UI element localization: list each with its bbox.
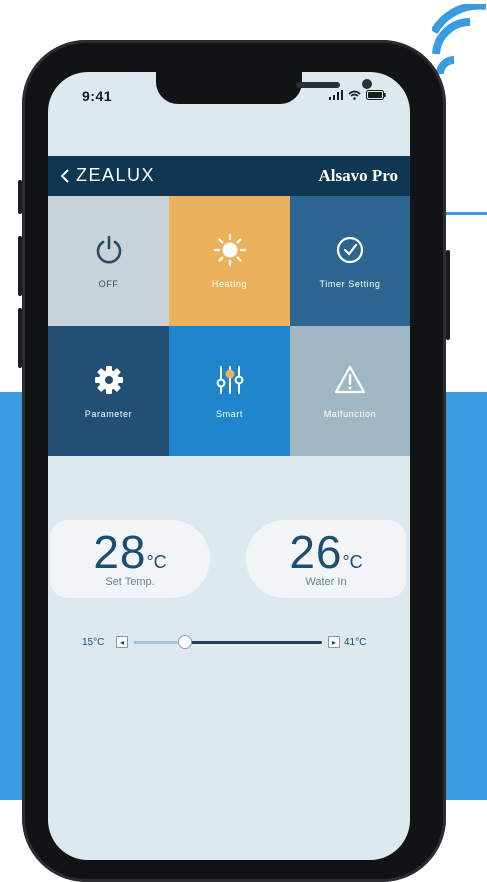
clock-icon — [336, 236, 364, 264]
tile-malfunction[interactable]: Malfunction — [290, 326, 410, 456]
app-header: ZEALUX Alsavo Pro — [48, 156, 410, 196]
water-in-card: 26°C Water In — [246, 520, 406, 598]
slider-min-label: 15°C — [82, 637, 105, 648]
back-button[interactable]: ZEALUX — [60, 165, 155, 186]
back-label: ZEALUX — [76, 165, 156, 185]
set-temp-card[interactable]: 28°C Set Temp. — [50, 520, 210, 598]
phone-power-button — [446, 250, 450, 340]
water-in-value: 26 — [289, 526, 343, 578]
tile-off[interactable]: OFF — [48, 196, 169, 326]
phone-side-button — [18, 180, 22, 214]
set-temp-label: Set Temp. — [105, 576, 155, 588]
sun-icon — [213, 233, 246, 267]
tile-parameter-label: Parameter — [84, 409, 133, 419]
tile-timer-setting-label: Timer Setting — [319, 279, 381, 289]
phone-screen: 9:41 ZEALUX Alsavo Pro OFF Heating Timer… — [48, 72, 410, 860]
battery-icon — [366, 90, 386, 100]
phone-notch — [156, 72, 372, 104]
wifi-icon — [348, 90, 361, 100]
set-temp-unit: °C — [146, 552, 167, 572]
tile-parameter[interactable]: Parameter — [48, 326, 169, 456]
set-temp-readout: 28°C — [93, 529, 167, 575]
speaker-grille — [296, 82, 340, 88]
tile-smart[interactable]: Smart — [169, 326, 290, 456]
power-icon — [96, 235, 121, 264]
app-title: Alsavo Pro — [318, 166, 399, 185]
water-in-label: Water In — [305, 576, 347, 588]
control-grid: OFF Heating Timer Setting Parameter Smar… — [48, 196, 410, 456]
phone-volume-up — [18, 236, 22, 296]
status-time: 9:41 — [82, 88, 113, 104]
tile-malfunction-label: Malfunction — [323, 409, 377, 419]
tile-heating-label: Heating — [211, 279, 248, 289]
decrease-temp-button[interactable]: ◂ — [116, 636, 128, 648]
increase-temp-button[interactable]: ▸ — [328, 636, 340, 648]
water-in-unit: °C — [342, 552, 363, 572]
sliders-icon — [216, 366, 243, 394]
tile-heating[interactable]: Heating — [169, 196, 290, 326]
warning-icon — [334, 365, 366, 394]
front-camera — [362, 79, 372, 89]
slider-track[interactable] — [134, 635, 322, 649]
phone-volume-down — [18, 308, 22, 368]
water-in-readout: 26°C — [289, 529, 363, 575]
cellular-signal-icon — [329, 90, 343, 100]
slider-max-label: 41°C — [344, 637, 367, 648]
tile-off-label: OFF — [98, 279, 119, 289]
wifi-signal-icon — [432, 4, 487, 75]
slider-thumb[interactable] — [177, 635, 192, 649]
set-temp-value: 28 — [93, 526, 147, 578]
gear-icon — [94, 366, 123, 394]
temperature-slider: 15°C ◂ ▸ 41°C — [48, 632, 410, 656]
chevron-left-icon — [60, 168, 69, 183]
status-icons — [329, 90, 386, 100]
tile-smart-label: Smart — [215, 409, 243, 419]
tile-timer-setting[interactable]: Timer Setting — [290, 196, 410, 326]
